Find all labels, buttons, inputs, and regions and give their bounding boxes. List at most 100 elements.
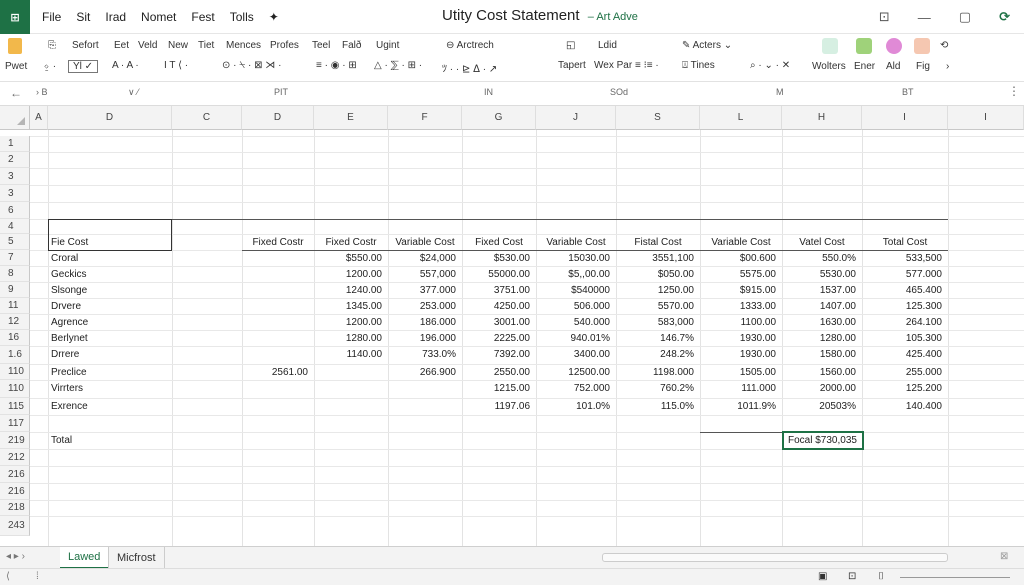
refresh-icon[interactable]: ⟳ <box>999 9 1010 25</box>
table-column-header[interactable]: Fixed Costr <box>314 234 388 250</box>
table-cell[interactable]: 196.000 <box>388 330 456 346</box>
table-cell[interactable]: 533,500 <box>862 250 942 266</box>
table-cell[interactable]: 940.01% <box>536 330 610 346</box>
table-cell[interactable]: 506.000 <box>536 298 610 314</box>
row-header[interactable]: 12 <box>0 314 30 330</box>
row-label[interactable]: Exrence <box>51 398 169 414</box>
table-cell[interactable]: 111.000 <box>700 380 776 396</box>
table-cell[interactable]: $915.00 <box>700 282 776 298</box>
table-cell[interactable] <box>242 346 308 362</box>
row-header[interactable]: 5 <box>0 234 30 250</box>
ribbon-new[interactable]: New <box>168 40 188 51</box>
table-column-header[interactable]: Total Cost <box>862 234 948 250</box>
row-header[interactable]: 219 <box>0 432 30 449</box>
table-cell[interactable]: 125.200 <box>862 380 942 396</box>
row-header[interactable]: 2 <box>0 152 30 168</box>
table-cell[interactable]: 465.400 <box>862 282 942 298</box>
table-cell[interactable] <box>314 380 382 396</box>
table-cell[interactable] <box>388 380 456 396</box>
menu-fest[interactable]: Fest <box>191 10 214 24</box>
table-column-header[interactable]: Variable Cost <box>536 234 616 250</box>
table-cell[interactable]: 266.900 <box>388 364 456 380</box>
column-header[interactable]: C <box>172 106 242 130</box>
row-header[interactable]: 6 <box>0 202 30 219</box>
table-cell[interactable]: 1200.00 <box>314 266 382 282</box>
row-header[interactable]: 8 <box>0 266 30 282</box>
table-cell[interactable]: 3551,100 <box>616 250 694 266</box>
table-cell[interactable]: $24,000 <box>388 250 456 266</box>
table-cell[interactable]: 377.000 <box>388 282 456 298</box>
table-cell[interactable]: 140.400 <box>862 398 942 414</box>
number-format-icon[interactable]: ﾂ · · ⊵ ᐃ · ↗ <box>442 60 497 75</box>
table-cell[interactable]: 7392.00 <box>462 346 530 362</box>
table-cell[interactable]: 264.100 <box>862 314 942 330</box>
row-label[interactable]: Agrence <box>51 314 169 330</box>
ribbon-wolters[interactable]: Wolters <box>812 61 846 72</box>
table-cell[interactable]: 2000.00 <box>782 380 856 396</box>
ribbon-teel[interactable]: Teel <box>312 40 330 51</box>
total-label[interactable]: Total <box>51 432 169 448</box>
row-header[interactable]: 212 <box>0 449 30 466</box>
ribbon-acters[interactable]: ✎ Acters ⌄ <box>682 40 732 51</box>
table-cell[interactable]: 1345.00 <box>314 298 382 314</box>
format-painter-icon[interactable]: ⍚ · <box>44 61 56 72</box>
table-cell[interactable] <box>314 398 382 414</box>
row-header[interactable]: 3 <box>0 185 30 202</box>
table-cell[interactable]: 1407.00 <box>782 298 856 314</box>
table-cell[interactable]: 540.000 <box>536 314 610 330</box>
table-cell[interactable]: $530.00 <box>462 250 530 266</box>
column-header[interactable]: E <box>314 106 388 130</box>
table-cell[interactable]: 2225.00 <box>462 330 530 346</box>
table-column-header[interactable]: Variable Cost <box>700 234 782 250</box>
table-cell[interactable]: 3400.00 <box>536 346 610 362</box>
row-header[interactable]: 11 <box>0 298 30 314</box>
figure-icon[interactable] <box>914 38 930 54</box>
ribbon-veld[interactable]: Veld <box>138 40 157 51</box>
table-cell[interactable]: $5,,00.00 <box>536 266 610 282</box>
row-label[interactable]: Virrters <box>51 380 169 396</box>
ribbon-fig[interactable]: Fig <box>916 61 930 72</box>
align-icon[interactable]: ≡ · ◉ · ⊞ <box>316 60 357 71</box>
horizontal-scrollbar[interactable] <box>602 553 948 562</box>
table-cell[interactable]: 12500.00 <box>536 364 610 380</box>
back-arrow-icon[interactable]: ← <box>10 86 22 100</box>
row-header[interactable]: 117 <box>0 415 30 432</box>
table-column-header[interactable]: Fistal Cost <box>616 234 700 250</box>
row-header[interactable]: 115 <box>0 398 30 415</box>
paste-button[interactable]: Pwet <box>5 61 27 72</box>
find-icon[interactable]: ⌕ · ⌄ · ✕ <box>750 60 790 71</box>
normal-view-icon[interactable]: ▣ <box>818 571 827 582</box>
table-cell[interactable]: 1630.00 <box>782 314 856 330</box>
sheet-tab-micfrost[interactable]: Micfrost <box>108 547 165 569</box>
table-cell[interactable]: 146.7% <box>616 330 694 346</box>
menu-nomet[interactable]: Nomet <box>141 10 176 24</box>
table-cell[interactable]: 425.400 <box>862 346 942 362</box>
ribbon-tapert[interactable]: Tapert <box>558 60 586 71</box>
status-left-icon[interactable]: ⟨ <box>6 571 10 582</box>
table-cell[interactable]: $050.00 <box>616 266 694 282</box>
table-cell[interactable]: 733.0% <box>388 346 456 362</box>
row-label[interactable]: Geckics <box>51 266 169 282</box>
table-cell[interactable]: 3751.00 <box>462 282 530 298</box>
table-cell[interactable]: 5575.00 <box>700 266 776 282</box>
formula-controls[interactable]: ∨ ⁄ <box>128 87 139 98</box>
table-cell[interactable]: 583,000 <box>616 314 694 330</box>
table-cell[interactable]: 1100.00 <box>700 314 776 330</box>
table-column-header[interactable]: Fixed Costr <box>242 234 314 250</box>
ribbon-ener[interactable]: Ener <box>854 61 875 72</box>
table-cell[interactable]: 1250.00 <box>616 282 694 298</box>
paste-icon[interactable] <box>8 38 22 54</box>
table-cell[interactable]: 1505.00 <box>700 364 776 380</box>
table-cell[interactable] <box>242 250 308 266</box>
menu-sit[interactable]: Sit <box>76 10 90 24</box>
row-label[interactable]: Drrere <box>51 346 169 362</box>
table-cell[interactable]: 760.2% <box>616 380 694 396</box>
table-cell[interactable]: 1215.00 <box>462 380 530 396</box>
row-label[interactable]: Preclice <box>51 364 169 380</box>
restore-icon[interactable]: ⊡ <box>879 9 890 25</box>
minimize-icon[interactable]: — <box>918 10 931 25</box>
row-header[interactable]: 1 <box>0 136 30 152</box>
table-cell[interactable] <box>242 380 308 396</box>
font-size-up-icon[interactable]: A · A · <box>112 60 139 71</box>
page-break-icon[interactable]: ⌷ <box>878 571 884 582</box>
